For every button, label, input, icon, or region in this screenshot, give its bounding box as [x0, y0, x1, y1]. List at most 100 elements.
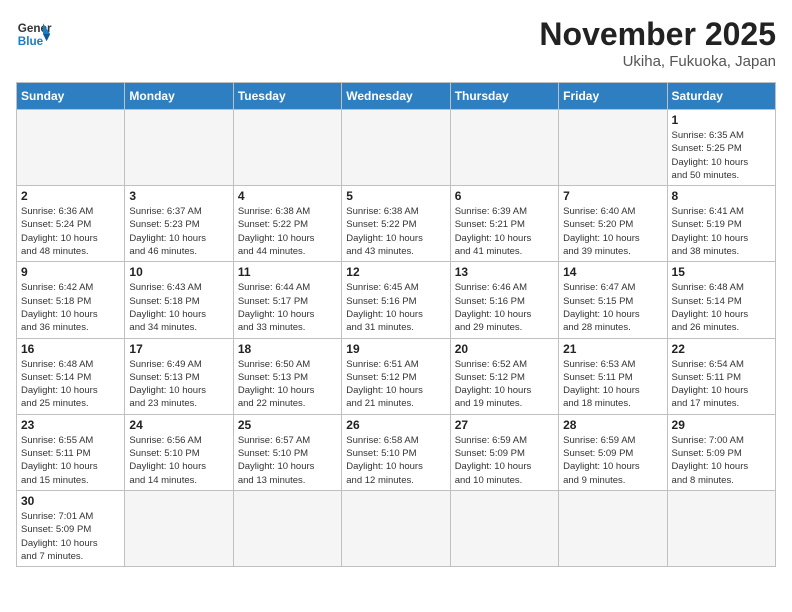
day-info: Sunrise: 6:38 AM Sunset: 5:22 PM Dayligh…: [238, 205, 337, 258]
day-number: 2: [21, 189, 120, 203]
calendar-day-cell: 22 Sunrise: 6:54 AM Sunset: 5:11 PM Dayli…: [667, 338, 775, 414]
calendar-day-cell: [667, 490, 775, 566]
month-year-title: November 2025: [539, 16, 776, 53]
calendar-day-cell: 23Sunrise: 6:55 AM Sunset: 5:11 PM Dayli…: [17, 414, 125, 490]
svg-text:Blue: Blue: [18, 35, 44, 48]
calendar-day-cell: [233, 110, 341, 186]
day-info: Sunrise: 6:42 AM Sunset: 5:18 PM Dayligh…: [21, 281, 120, 334]
day-info: Sunrise: 6:58 AM Sunset: 5:10 PM Dayligh…: [346, 434, 445, 487]
calendar-day-cell: 1Sunrise: 6:35 AM Sunset: 5:25 PM Daylig…: [667, 110, 775, 186]
calendar-week-row: 9 Sunrise: 6:42 AM Sunset: 5:18 PM Daylig…: [17, 262, 776, 338]
day-number: 29: [672, 418, 771, 432]
day-number: 3: [129, 189, 228, 203]
day-number: 22: [672, 342, 771, 356]
weekday-header-row: SundayMondayTuesdayWednesdayThursdayFrid…: [17, 83, 776, 110]
day-number: 24: [129, 418, 228, 432]
day-number: 15: [672, 265, 771, 279]
calendar-day-cell: 27 Sunrise: 6:59 AM Sunset: 5:09 PM Dayli…: [450, 414, 558, 490]
calendar-day-cell: 21Sunrise: 6:53 AM Sunset: 5:11 PM Dayli…: [559, 338, 667, 414]
day-number: 7: [563, 189, 662, 203]
day-info: Sunrise: 6:38 AM Sunset: 5:22 PM Dayligh…: [346, 205, 445, 258]
calendar-day-cell: 7 Sunrise: 6:40 AM Sunset: 5:20 PM Daylig…: [559, 186, 667, 262]
logo-icon: General Blue: [16, 16, 52, 52]
location-subtitle: Ukiha, Fukuoka, Japan: [539, 53, 776, 70]
day-info: Sunrise: 6:35 AM Sunset: 5:25 PM Dayligh…: [672, 129, 771, 182]
calendar-day-cell: 5Sunrise: 6:38 AM Sunset: 5:22 PM Daylig…: [342, 186, 450, 262]
weekday-header-cell: Monday: [125, 83, 233, 110]
day-info: Sunrise: 6:41 AM Sunset: 5:19 PM Dayligh…: [672, 205, 771, 258]
day-number: 9: [21, 265, 120, 279]
day-number: 28: [563, 418, 662, 432]
calendar-day-cell: 24 Sunrise: 6:56 AM Sunset: 5:10 PM Dayli…: [125, 414, 233, 490]
day-number: 12: [346, 265, 445, 279]
weekday-header-cell: Sunday: [17, 83, 125, 110]
calendar-day-cell: 29Sunrise: 7:00 AM Sunset: 5:09 PM Dayli…: [667, 414, 775, 490]
calendar-day-cell: [233, 490, 341, 566]
calendar-day-cell: 16 Sunrise: 6:48 AM Sunset: 5:14 PM Dayli…: [17, 338, 125, 414]
calendar-day-cell: [450, 490, 558, 566]
day-number: 20: [455, 342, 554, 356]
day-number: 30: [21, 494, 120, 508]
day-number: 11: [238, 265, 337, 279]
day-number: 19: [346, 342, 445, 356]
day-number: 25: [238, 418, 337, 432]
calendar-day-cell: 12 Sunrise: 6:45 AM Sunset: 5:16 PM Dayli…: [342, 262, 450, 338]
calendar-day-cell: 28 Sunrise: 6:59 AM Sunset: 5:09 PM Dayli…: [559, 414, 667, 490]
day-info: Sunrise: 6:36 AM Sunset: 5:24 PM Dayligh…: [21, 205, 120, 258]
day-info: Sunrise: 6:48 AM Sunset: 5:14 PM Dayligh…: [672, 281, 771, 334]
day-info: Sunrise: 6:47 AM Sunset: 5:15 PM Dayligh…: [563, 281, 662, 334]
day-info: Sunrise: 6:50 AM Sunset: 5:13 PM Dayligh…: [238, 358, 337, 411]
calendar-week-row: 16 Sunrise: 6:48 AM Sunset: 5:14 PM Dayli…: [17, 338, 776, 414]
day-info: Sunrise: 6:59 AM Sunset: 5:09 PM Dayligh…: [455, 434, 554, 487]
day-info: Sunrise: 6:57 AM Sunset: 5:10 PM Dayligh…: [238, 434, 337, 487]
day-number: 27: [455, 418, 554, 432]
day-info: Sunrise: 6:51 AM Sunset: 5:12 PM Dayligh…: [346, 358, 445, 411]
calendar-day-cell: [342, 110, 450, 186]
day-number: 8: [672, 189, 771, 203]
day-info: Sunrise: 6:54 AM Sunset: 5:11 PM Dayligh…: [672, 358, 771, 411]
day-info: Sunrise: 6:40 AM Sunset: 5:20 PM Dayligh…: [563, 205, 662, 258]
day-info: Sunrise: 6:39 AM Sunset: 5:21 PM Dayligh…: [455, 205, 554, 258]
calendar-day-cell: [342, 490, 450, 566]
calendar-day-cell: 3 Sunrise: 6:37 AM Sunset: 5:23 PM Daylig…: [125, 186, 233, 262]
calendar-day-cell: 8 Sunrise: 6:41 AM Sunset: 5:19 PM Daylig…: [667, 186, 775, 262]
calendar-day-cell: 18 Sunrise: 6:50 AM Sunset: 5:13 PM Dayli…: [233, 338, 341, 414]
calendar-day-cell: [559, 110, 667, 186]
day-info: Sunrise: 6:37 AM Sunset: 5:23 PM Dayligh…: [129, 205, 228, 258]
calendar-day-cell: 6Sunrise: 6:39 AM Sunset: 5:21 PM Daylig…: [450, 186, 558, 262]
weekday-header-cell: Thursday: [450, 83, 558, 110]
day-number: 16: [21, 342, 120, 356]
calendar-day-cell: 19 Sunrise: 6:51 AM Sunset: 5:12 PM Dayli…: [342, 338, 450, 414]
calendar-week-row: 1Sunrise: 6:35 AM Sunset: 5:25 PM Daylig…: [17, 110, 776, 186]
calendar-day-cell: 15 Sunrise: 6:48 AM Sunset: 5:14 PM Dayli…: [667, 262, 775, 338]
day-info: Sunrise: 6:46 AM Sunset: 5:16 PM Dayligh…: [455, 281, 554, 334]
calendar-week-row: 23Sunrise: 6:55 AM Sunset: 5:11 PM Dayli…: [17, 414, 776, 490]
day-info: Sunrise: 6:48 AM Sunset: 5:14 PM Dayligh…: [21, 358, 120, 411]
day-info: Sunrise: 6:49 AM Sunset: 5:13 PM Dayligh…: [129, 358, 228, 411]
calendar-day-cell: 10 Sunrise: 6:43 AM Sunset: 5:18 PM Dayli…: [125, 262, 233, 338]
calendar-day-cell: [559, 490, 667, 566]
day-info: Sunrise: 6:59 AM Sunset: 5:09 PM Dayligh…: [563, 434, 662, 487]
day-info: Sunrise: 6:56 AM Sunset: 5:10 PM Dayligh…: [129, 434, 228, 487]
day-info: Sunrise: 6:43 AM Sunset: 5:18 PM Dayligh…: [129, 281, 228, 334]
calendar-day-cell: 13Sunrise: 6:46 AM Sunset: 5:16 PM Dayli…: [450, 262, 558, 338]
calendar-day-cell: 11Sunrise: 6:44 AM Sunset: 5:17 PM Dayli…: [233, 262, 341, 338]
calendar-day-cell: 17Sunrise: 6:49 AM Sunset: 5:13 PM Dayli…: [125, 338, 233, 414]
weekday-header-cell: Saturday: [667, 83, 775, 110]
calendar-day-cell: 26 Sunrise: 6:58 AM Sunset: 5:10 PM Dayli…: [342, 414, 450, 490]
calendar-day-cell: 2 Sunrise: 6:36 AM Sunset: 5:24 PM Daylig…: [17, 186, 125, 262]
calendar-day-cell: 9 Sunrise: 6:42 AM Sunset: 5:18 PM Daylig…: [17, 262, 125, 338]
day-number: 26: [346, 418, 445, 432]
calendar-day-cell: [125, 110, 233, 186]
day-info: Sunrise: 6:45 AM Sunset: 5:16 PM Dayligh…: [346, 281, 445, 334]
calendar-day-cell: 25 Sunrise: 6:57 AM Sunset: 5:10 PM Dayli…: [233, 414, 341, 490]
day-info: Sunrise: 6:53 AM Sunset: 5:11 PM Dayligh…: [563, 358, 662, 411]
day-number: 18: [238, 342, 337, 356]
title-block: November 2025 Ukiha, Fukuoka, Japan: [539, 16, 776, 70]
calendar-week-row: 30 Sunrise: 7:01 AM Sunset: 5:09 PM Dayli…: [17, 490, 776, 566]
day-info: Sunrise: 7:01 AM Sunset: 5:09 PM Dayligh…: [21, 510, 120, 563]
calendar-day-cell: [125, 490, 233, 566]
day-number: 10: [129, 265, 228, 279]
calendar-week-row: 2 Sunrise: 6:36 AM Sunset: 5:24 PM Daylig…: [17, 186, 776, 262]
day-info: Sunrise: 6:52 AM Sunset: 5:12 PM Dayligh…: [455, 358, 554, 411]
